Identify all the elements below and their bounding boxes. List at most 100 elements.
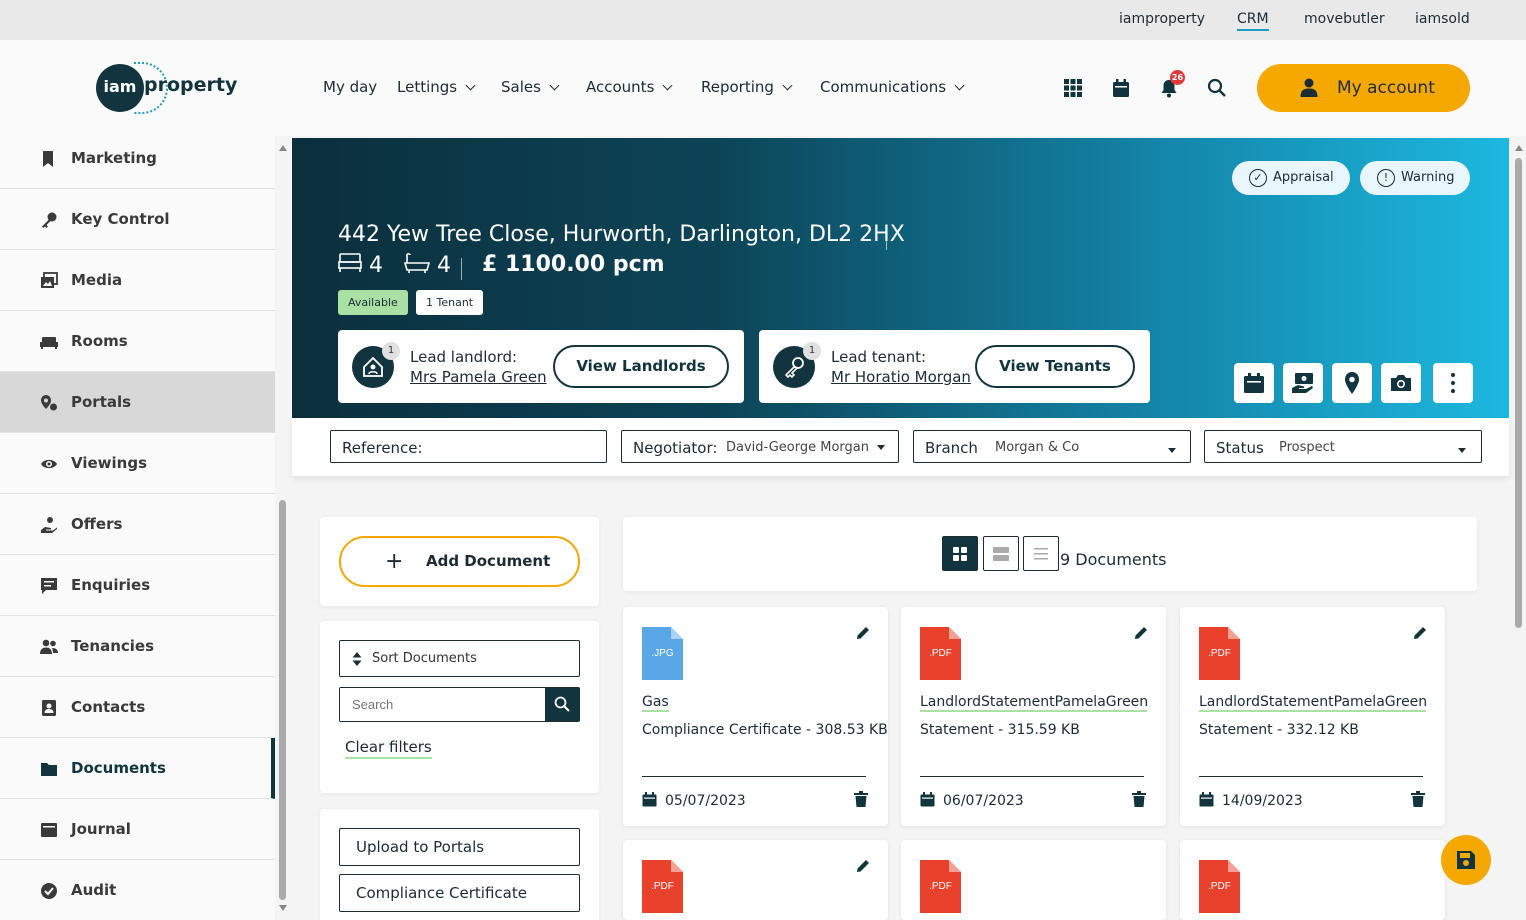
property-price: £ 1100.00 pcm	[482, 252, 665, 277]
schedule-button[interactable]	[1234, 363, 1274, 403]
card-list-view-button[interactable]	[983, 536, 1019, 571]
edit-pencil-icon[interactable]	[855, 625, 871, 641]
bath-icon	[403, 253, 431, 273]
delete-trash-icon[interactable]	[1132, 791, 1146, 807]
save-button[interactable]	[1441, 835, 1491, 885]
document-card[interactable]: .PDF LandlordStatementPamelaGreen060 Sta…	[901, 607, 1166, 826]
sidebar-item-tenancies[interactable]: Tenancies	[0, 616, 275, 677]
link-iamproperty[interactable]: iamproperty	[1119, 11, 1205, 27]
check-circle-icon: ✓	[1249, 169, 1267, 187]
document-date: 05/07/2023	[665, 793, 746, 809]
document-card[interactable]: .JPG Gas Compliance Certificate - 308.53…	[623, 607, 888, 826]
sidebar-item-marketing[interactable]: Marketing	[0, 128, 275, 189]
nav-reporting[interactable]: Reporting	[701, 78, 793, 96]
view-tenants-button[interactable]: View Tenants	[975, 345, 1135, 388]
negotiator-select[interactable]: Negotiator: David-George Morgan	[621, 430, 899, 463]
document-search-input[interactable]	[340, 688, 546, 721]
link-iamsold[interactable]: iamsold	[1415, 11, 1470, 27]
reference-field[interactable]: Reference:	[330, 430, 607, 463]
my-account-button[interactable]: My account	[1257, 64, 1470, 112]
map-location-button[interactable]	[1332, 363, 1372, 403]
document-card[interactable]: .PDF	[623, 840, 888, 920]
lead-landlord-link[interactable]: Mrs Pamela Green	[410, 368, 547, 386]
view-landlords-button[interactable]: View Landlords	[553, 345, 729, 388]
chevron-down-icon	[549, 80, 560, 91]
sidebar-item-portals[interactable]: Portals	[0, 372, 275, 433]
sidebar-item-offers[interactable]: Offers	[0, 494, 275, 555]
delete-trash-icon[interactable]	[1411, 791, 1425, 807]
nav-sales[interactable]: Sales	[501, 78, 560, 96]
search-icon[interactable]	[1207, 78, 1227, 98]
save-floppy-icon	[1457, 851, 1475, 869]
message-icon	[41, 578, 57, 594]
bed-icon	[40, 337, 58, 349]
scroll-up-arrow-icon[interactable]	[1514, 144, 1524, 152]
notification-count-badge: 26	[1170, 70, 1185, 85]
delete-trash-icon[interactable]	[854, 791, 868, 807]
status-select[interactable]: Status Prospect	[1204, 430, 1482, 463]
more-options-button[interactable]	[1433, 363, 1473, 403]
sidebar-item-enquiries[interactable]: Enquiries	[0, 555, 275, 616]
photo-button[interactable]	[1381, 363, 1421, 403]
calendar-icon[interactable]	[1111, 78, 1131, 98]
edit-pencil-icon[interactable]	[855, 858, 871, 874]
lead-landlord-card: 1 Lead landlord: Mrs Pamela Green View L…	[338, 330, 744, 403]
iamproperty-logo[interactable]: iam property	[96, 62, 237, 114]
lead-tenant-link[interactable]: Mr Horatio Morgan	[831, 368, 971, 386]
upload-to-portals-button[interactable]: Upload to Portals	[339, 828, 580, 866]
portal-icon	[41, 395, 57, 411]
link-crm[interactable]: CRM	[1237, 11, 1269, 31]
nav-accounts[interactable]: Accounts	[586, 78, 673, 96]
document-name[interactable]: LandlordStatementPamelaGreen1409	[1199, 694, 1426, 712]
add-document-button[interactable]: + Add Document	[339, 536, 580, 587]
valuation-button[interactable]	[1283, 363, 1323, 403]
card-list-view-icon	[993, 547, 1009, 561]
link-movebutler[interactable]: movebutler	[1304, 11, 1385, 27]
page-scroll-thumb[interactable]	[1515, 158, 1522, 628]
compliance-certificate-button[interactable]: Compliance Certificate	[339, 874, 580, 912]
nav-label: Communications	[820, 78, 947, 96]
sidebar-item-contacts[interactable]: Contacts	[0, 677, 275, 738]
clear-filters-link[interactable]: Clear filters	[345, 738, 432, 759]
sidebar-item-label: Media	[71, 271, 123, 289]
nav-my-day[interactable]: My day	[323, 78, 377, 96]
negotiator-label: Negotiator:	[633, 439, 718, 457]
add-document-panel: + Add Document	[320, 517, 599, 606]
edit-pencil-icon[interactable]	[1412, 625, 1428, 641]
page-scrollbar[interactable]	[1512, 138, 1526, 920]
search-button[interactable]	[545, 688, 579, 721]
apps-grid-icon[interactable]	[1063, 78, 1083, 98]
sidebar-item-documents[interactable]: Documents	[0, 738, 275, 799]
document-card[interactable]: .PDF LandlordStatementPamelaGreen1409 St…	[1180, 607, 1445, 826]
document-name[interactable]: LandlordStatementPamelaGreen060	[920, 694, 1147, 712]
check-circle-icon	[41, 883, 57, 899]
sidebar-item-key-control[interactable]: Key Control	[0, 189, 275, 250]
warning-pill[interactable]: ! Warning	[1360, 161, 1470, 195]
sidebar-scrollbar[interactable]	[276, 140, 290, 915]
sidebar-item-journal[interactable]: Journal	[0, 799, 275, 860]
nav-lettings[interactable]: Lettings	[397, 78, 476, 96]
list-view-button[interactable]	[1023, 536, 1059, 571]
sort-documents-select[interactable]: Sort Documents	[339, 640, 580, 677]
scroll-down-arrow-icon[interactable]	[278, 904, 288, 912]
document-card[interactable]: .PDF	[1180, 840, 1445, 920]
scroll-up-arrow-icon[interactable]	[278, 144, 288, 152]
appraisal-pill[interactable]: ✓ Appraisal	[1232, 161, 1350, 195]
document-name[interactable]: Gas	[642, 694, 669, 712]
sidebar-item-viewings[interactable]: Viewings	[0, 433, 275, 494]
lead-tenant-card: 1 Lead tenant: Mr Horatio Morgan View Te…	[759, 330, 1150, 403]
branch-select[interactable]: Branch Morgan & Co	[913, 430, 1191, 463]
grid-view-button[interactable]	[942, 536, 978, 571]
chevron-down-icon	[782, 80, 793, 91]
camera-icon	[1391, 375, 1411, 391]
document-card[interactable]: .PDF	[901, 840, 1166, 920]
appraisal-label: Appraisal	[1273, 170, 1334, 185]
sidebar-scroll-thumb[interactable]	[279, 500, 286, 900]
chevron-down-icon	[465, 80, 476, 91]
sidebar-item-media[interactable]: Media	[0, 250, 275, 311]
bookmark-icon	[43, 151, 53, 167]
edit-pencil-icon[interactable]	[1133, 625, 1149, 641]
nav-communications[interactable]: Communications	[820, 78, 965, 96]
sidebar-item-rooms[interactable]: Rooms	[0, 311, 275, 372]
sidebar-item-audit[interactable]: Audit	[0, 860, 275, 920]
